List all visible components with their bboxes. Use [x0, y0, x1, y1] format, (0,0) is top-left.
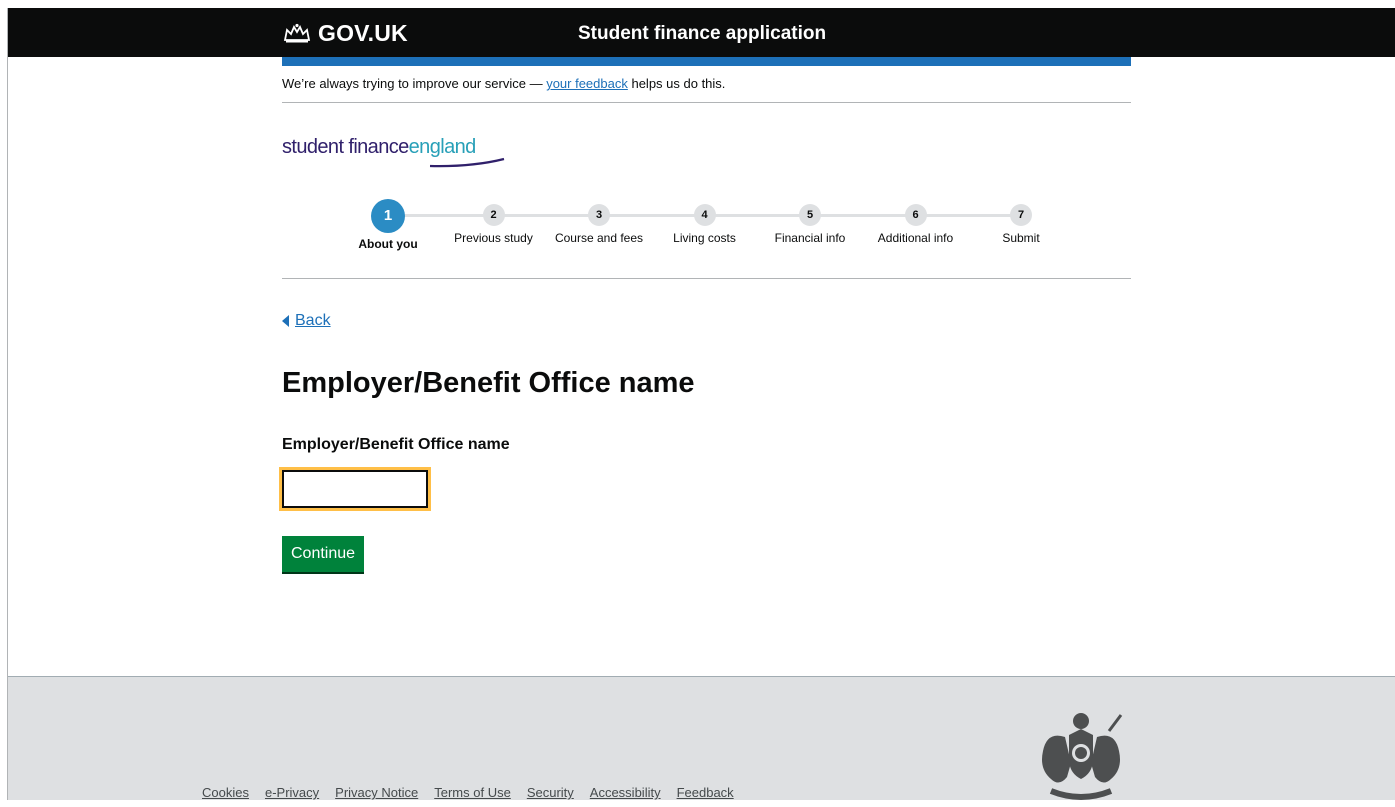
footer-link-privacy-notice[interactable]: Privacy Notice [335, 785, 418, 800]
step-label: Submit [1002, 231, 1040, 245]
feedback-text-before: We’re always trying to improve our servi… [282, 76, 547, 91]
feedback-banner: We’re always trying to improve our servi… [282, 66, 1131, 103]
back-link-label: Back [295, 312, 331, 329]
back-arrow-icon [282, 315, 289, 327]
progress-step-2: 2 Previous study [439, 199, 549, 245]
crown-icon [283, 23, 311, 43]
progress-step-1: 1 About you [333, 199, 443, 251]
step-number: 4 [693, 204, 716, 226]
employer-name-label: Employer/Benefit Office name [282, 436, 510, 453]
govuk-logo-text: GOV.UK [318, 20, 408, 46]
student-finance-england-logo: student financeengland [282, 136, 512, 168]
logo-swoosh-icon [429, 157, 505, 168]
service-name: Student finance application [578, 23, 827, 44]
progress-step-5: 5 Financial info [755, 199, 865, 245]
footer-link-e-privacy[interactable]: e-Privacy [265, 785, 319, 800]
progress-step-4: 4 Living costs [650, 199, 760, 245]
step-number: 7 [1010, 204, 1032, 226]
step-number: 6 [904, 204, 927, 226]
step-label: Living costs [673, 231, 736, 245]
footer-link-security[interactable]: Security [527, 785, 574, 800]
royal-coat-of-arms-icon [1042, 713, 1123, 800]
step-label: About you [358, 237, 418, 251]
logo-word-england: england [408, 136, 477, 158]
step-number: 2 [482, 204, 505, 226]
footer-link-accessibility[interactable]: Accessibility [590, 785, 661, 800]
step-number: 5 [799, 204, 821, 226]
continue-button[interactable]: Continue [282, 536, 365, 572]
step-number: 3 [588, 204, 610, 226]
step-label: Previous study [454, 231, 533, 245]
feedback-text-after: helps us do this. [627, 76, 726, 91]
logo-word-student-finance: student finance [282, 136, 409, 158]
feedback-link[interactable]: your feedback [546, 76, 628, 91]
step-label: Financial info [774, 231, 846, 245]
step-label: Additional info [877, 231, 954, 245]
govuk-header: GOV.UK Student finance application [8, 8, 1395, 57]
footer-link-feedback[interactable]: Feedback [677, 785, 734, 800]
employer-name-input[interactable] [279, 467, 431, 511]
footer-link-terms-of-use[interactable]: Terms of Use [434, 785, 511, 800]
govuk-logo-link[interactable]: GOV.UK [282, 20, 408, 46]
header-blue-bar [282, 57, 1131, 66]
main-container: We’re always trying to improve our servi… [279, 66, 1131, 572]
step-label: Course and fees [554, 231, 644, 245]
footer-link-cookies[interactable]: Cookies [202, 785, 249, 800]
stepper-divider [282, 278, 1131, 279]
page-frame: GOV.UK Student finance application We’re… [7, 8, 1395, 800]
page-title: Employer/Benefit Office name [282, 367, 695, 399]
step-number: 1 [371, 199, 405, 233]
progress-step-6: 6 Additional info [861, 199, 971, 245]
progress-step-7: 7 Submit [966, 199, 1076, 245]
progress-step-3: 3 Course and fees [544, 199, 654, 245]
progress-stepper: 1 About you 2 Previous study 3 Course and fee… [352, 199, 1052, 251]
footer: Cookies e-Privacy Privacy Notice Terms of U… [8, 676, 1395, 800]
footer-links: Cookies e-Privacy Privacy Notice Terms of U… [202, 785, 734, 800]
back-link[interactable]: Back [282, 312, 331, 330]
